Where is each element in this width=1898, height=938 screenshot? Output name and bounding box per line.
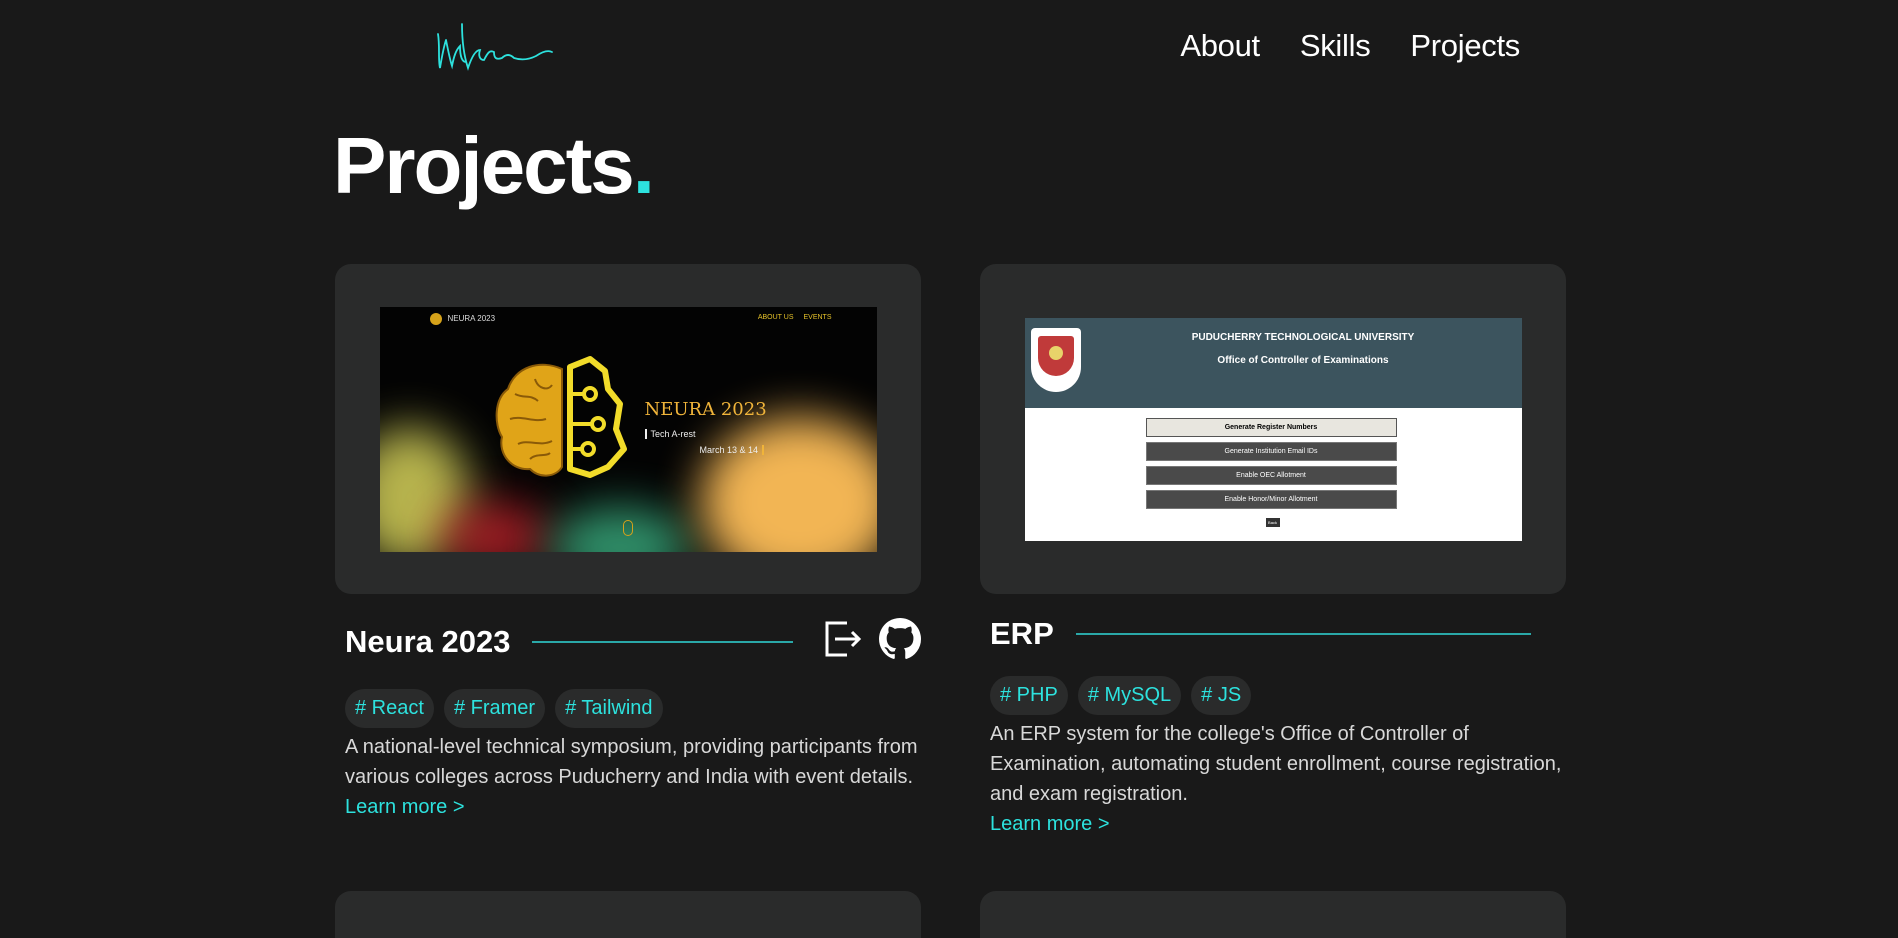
project-card-erp: PUDUCHERRY TECHNOLOGICAL UNIVERSITY Offi… <box>980 264 1566 839</box>
page-title-dot: . <box>632 121 655 210</box>
project-header: Neura 2023 <box>335 618 921 665</box>
neura-nav-events: EVENTS <box>803 313 832 321</box>
erp-university: PUDUCHERRY TECHNOLOGICAL UNIVERSITY <box>1191 331 1415 343</box>
tag: # JS <box>1191 676 1252 715</box>
neura-tagline: Tech A-rest <box>644 428 696 439</box>
erp-preview: PUDUCHERRY TECHNOLOGICAL UNIVERSITY Offi… <box>1024 317 1522 541</box>
learn-more-link[interactable]: Learn more > <box>345 792 465 822</box>
signature-logo[interactable] <box>432 16 554 76</box>
neura-dates: March 13 & 14 <box>700 444 765 455</box>
erp-button: Generate Institution Email IDs <box>1145 441 1397 461</box>
project-thumbnail-frame: PUDUCHERRY TECHNOLOGICAL UNIVERSITY Offi… <box>980 264 1566 594</box>
tag-list: # PHP # MySQL # JS <box>980 676 1566 715</box>
nav-projects[interactable]: Projects <box>1410 28 1520 64</box>
scroll-mouse-icon <box>622 519 633 536</box>
project-description: A national-level technical symposium, pr… <box>345 736 918 788</box>
erp-button: Enable OEC Allotment <box>1145 465 1397 485</box>
nav-about[interactable]: About <box>1180 28 1260 64</box>
page-title-text: Projects <box>333 121 635 210</box>
project-links <box>823 618 921 665</box>
learn-more-link[interactable]: Learn more > <box>990 809 1110 839</box>
project-card-next <box>335 891 921 938</box>
title-divider <box>532 640 793 643</box>
nav-skills[interactable]: Skills <box>1300 28 1371 64</box>
tag: # Framer <box>443 689 546 728</box>
erp-button: Enable Honor/Minor Allotment <box>1145 489 1397 509</box>
tag: # Tailwind <box>555 689 663 728</box>
erp-back-button: Back <box>1265 517 1280 527</box>
tag: # MySQL <box>1077 676 1182 715</box>
neura-nav-about: ABOUT US <box>757 313 794 321</box>
neura-logo-icon <box>429 312 442 325</box>
main-nav: About Skills Projects <box>1180 28 1520 64</box>
erp-banner: PUDUCHERRY TECHNOLOGICAL UNIVERSITY Offi… <box>1024 317 1522 408</box>
project-thumbnail[interactable]: PUDUCHERRY TECHNOLOGICAL UNIVERSITY Offi… <box>1024 317 1522 541</box>
erp-button-list: Generate Register Numbers Generate Insti… <box>1145 417 1397 514</box>
project-header: ERP <box>980 616 1566 652</box>
blob <box>549 506 690 552</box>
tag-list: # React # Framer # Tailwind <box>335 689 921 728</box>
neura-preview: NEURA 2023 ABOUT US EVENTS NEURA 2023 Te… <box>379 306 877 552</box>
external-link-icon[interactable] <box>823 619 863 664</box>
page-title: Projects. <box>333 126 655 206</box>
project-description: An ERP system for the college's Office o… <box>990 723 1562 805</box>
brain-icon <box>495 355 627 478</box>
github-icon[interactable] <box>879 618 921 665</box>
project-card-next <box>980 891 1566 938</box>
project-title: ERP <box>990 616 1054 651</box>
neura-headline: NEURA 2023 <box>644 398 767 420</box>
tag: # React <box>345 689 434 728</box>
project-thumbnail[interactable]: NEURA 2023 ABOUT US EVENTS NEURA 2023 Te… <box>379 306 877 552</box>
project-title: Neura 2023 <box>345 623 511 659</box>
project-card-neura: NEURA 2023 ABOUT US EVENTS NEURA 2023 Te… <box>335 264 921 822</box>
erp-office: Office of Controller of Examinations <box>1217 354 1389 366</box>
neura-nav: ABOUT US EVENTS <box>758 314 832 321</box>
tag: # PHP <box>990 676 1068 715</box>
erp-button: Generate Register Numbers <box>1145 417 1397 437</box>
page: About Skills Projects Projects. NEURA 20… <box>0 0 1898 938</box>
neura-logo: NEURA 2023 <box>429 312 496 325</box>
blob <box>699 416 877 552</box>
neura-brand: NEURA 2023 <box>447 314 496 323</box>
project-thumbnail-frame: NEURA 2023 ABOUT US EVENTS NEURA 2023 Te… <box>335 264 921 594</box>
title-divider <box>1075 633 1531 635</box>
